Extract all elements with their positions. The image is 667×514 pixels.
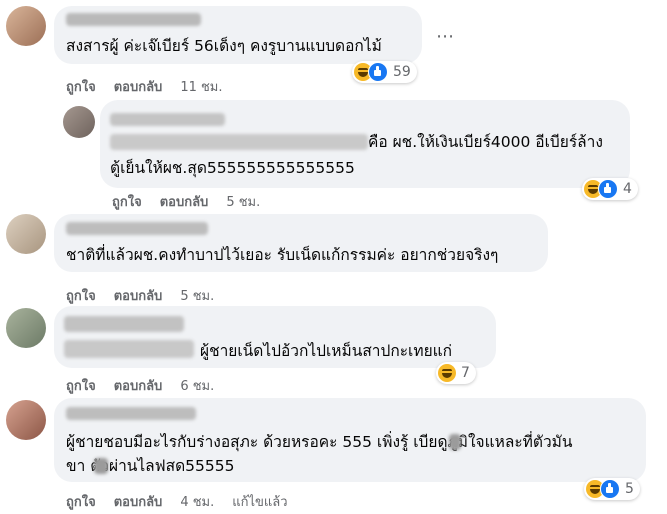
- reaction-summary[interactable]: 5: [584, 478, 640, 500]
- comment-text-line-2: ตู้เย็นให้ผช.สุด555555555555555: [110, 159, 355, 177]
- reaction-count: 7: [461, 365, 470, 381]
- like-link[interactable]: ถูกใจ: [112, 191, 142, 212]
- reaction-count: 5: [625, 481, 634, 497]
- comment-text: ชาติที่แล้วผช.คงทำบาปไว้เยอะ รับเน็ดแก้ก…: [66, 246, 499, 264]
- timestamp[interactable]: 6 ชม.: [180, 375, 214, 396]
- reaction-count: 59: [393, 64, 411, 80]
- comment-text-line-2: ขา ตัวผ่านไลฟสด55555: [66, 457, 235, 475]
- timestamp[interactable]: 4 ชม.: [180, 491, 214, 512]
- comment-text: สงสารผู้ ค่ะเจ๊เบียร์ 56เด็งๆ คงรูบานแบบ…: [66, 37, 382, 55]
- reaction-summary[interactable]: 59: [352, 61, 417, 83]
- comment-actions: ถูกใจ ตอบกลับ 4 ชม. แก้ไขแล้ว: [66, 491, 288, 512]
- comment-bubble: คือ ผช.ให้เงินเบียร์4000 อีเบียร์ล้าง ตู…: [100, 100, 630, 188]
- comment-bubble: ชาติที่แล้วผช.คงทำบาปไว้เยอะ รับเน็ดแก้ก…: [54, 214, 548, 272]
- author-name-blurred[interactable]: [66, 13, 201, 26]
- like-reaction-icon: [598, 179, 618, 199]
- blurred-text: [110, 134, 368, 150]
- comment-actions: ถูกใจ ตอบกลับ 11 ชม.: [66, 76, 223, 97]
- more-options-icon[interactable]: ⋯: [436, 26, 455, 47]
- blurred-word: [449, 434, 461, 450]
- comment-actions: ถูกใจ ตอบกลับ 5 ชม.: [66, 285, 214, 306]
- like-link[interactable]: ถูกใจ: [66, 375, 96, 396]
- avatar[interactable]: [6, 6, 46, 46]
- comment-text: ผู้ชายเน็ดไปอ้วกไปเหม็นสาปกะเทยแก่: [200, 342, 453, 360]
- timestamp[interactable]: 5 ชม.: [180, 285, 214, 306]
- avatar[interactable]: [63, 106, 95, 138]
- comment-text-line-1: ผู้ชายชอบมีอะไรกับร่างอสุภะ ด้วยหรอคะ 55…: [66, 433, 573, 451]
- timestamp[interactable]: 11 ชม.: [180, 76, 222, 97]
- reaction-count: 4: [623, 181, 632, 197]
- reaction-summary[interactable]: 4: [582, 178, 638, 200]
- comment-actions: ถูกใจ ตอบกลับ 5 ชม.: [112, 191, 260, 212]
- author-name-blurred[interactable]: [64, 316, 184, 332]
- reply-link[interactable]: ตอบกลับ: [114, 491, 163, 512]
- edited-label[interactable]: แก้ไขแล้ว: [232, 491, 287, 512]
- reply-link[interactable]: ตอบกลับ: [114, 375, 163, 396]
- comment-bubble: ผู้ชายเน็ดไปอ้วกไปเหม็นสาปกะเทยแก่: [54, 306, 496, 368]
- author-name-blurred[interactable]: [66, 222, 208, 235]
- timestamp[interactable]: 5 ชม.: [226, 191, 260, 212]
- haha-reaction-icon: [438, 364, 456, 382]
- avatar[interactable]: [6, 308, 46, 348]
- author-name-blurred[interactable]: [66, 407, 196, 420]
- comment-actions: ถูกใจ ตอบกลับ 6 ชม.: [66, 375, 214, 396]
- comment-bubble: ผู้ชายชอบมีอะไรกับร่างอสุภะ ด้วยหรอคะ 55…: [54, 398, 646, 482]
- reply-link[interactable]: ตอบกลับ: [114, 76, 163, 97]
- author-name-blurred[interactable]: [110, 113, 225, 126]
- blurred-word: [94, 458, 108, 474]
- comment-text-line-1: คือ ผช.ให้เงินเบียร์4000 อีเบียร์ล้าง: [368, 133, 603, 151]
- like-reaction-icon: [600, 479, 620, 499]
- like-link[interactable]: ถูกใจ: [66, 76, 96, 97]
- reply-link[interactable]: ตอบกลับ: [114, 285, 163, 306]
- reply-link[interactable]: ตอบกลับ: [160, 191, 209, 212]
- like-link[interactable]: ถูกใจ: [66, 491, 96, 512]
- like-reaction-icon: [368, 62, 388, 82]
- comment-bubble: สงสารผู้ ค่ะเจ๊เบียร์ 56เด็งๆ คงรูบานแบบ…: [54, 6, 422, 64]
- reaction-summary[interactable]: 7: [436, 362, 476, 384]
- avatar[interactable]: [6, 400, 46, 440]
- like-link[interactable]: ถูกใจ: [66, 285, 96, 306]
- blurred-text: [64, 340, 194, 358]
- avatar[interactable]: [6, 214, 46, 254]
